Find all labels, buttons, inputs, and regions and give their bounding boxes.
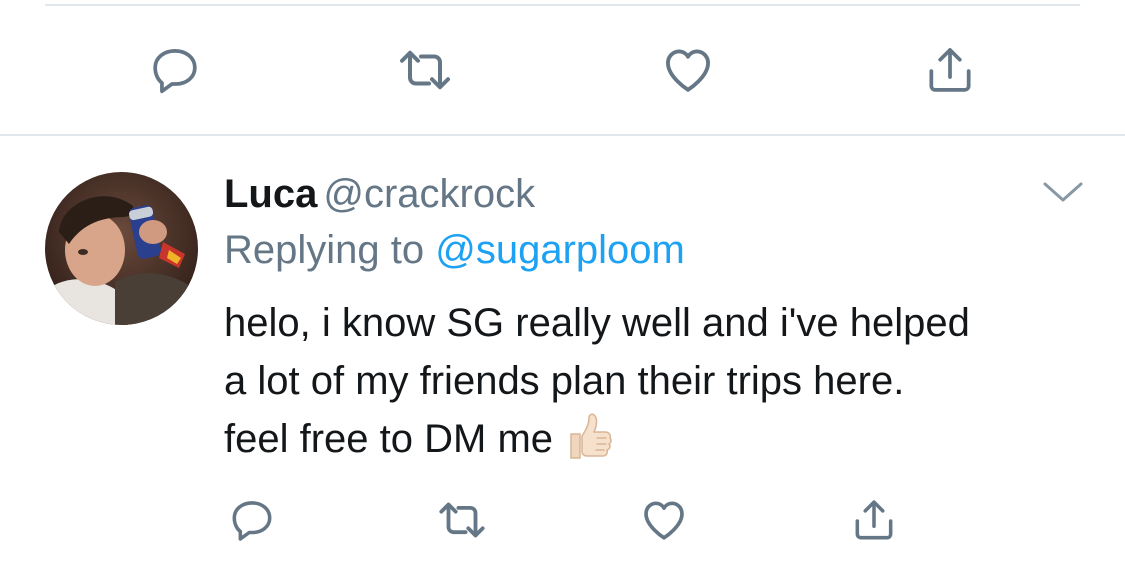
reply-icon	[232, 501, 272, 541]
share-icon	[929, 48, 971, 92]
heart-icon	[644, 501, 684, 540]
retweet-button[interactable]	[422, 480, 502, 560]
display-name[interactable]: Luca	[224, 172, 317, 216]
thumbs-up-icon	[570, 413, 612, 459]
replying-to-handle-link[interactable]: @sugarploom	[435, 228, 685, 272]
retweet-icon	[439, 502, 485, 538]
like-button[interactable]	[624, 480, 704, 560]
tweet-text-line: a lot of my friends plan their trips her…	[224, 359, 905, 403]
tweet-text-line: feel free to DM me	[224, 417, 554, 461]
tweet-action-bar	[0, 480, 1125, 560]
chevron-down-icon[interactable]	[1040, 172, 1086, 212]
tweet-text-line: helo, i know SG really well and i've hel…	[224, 301, 970, 345]
previous-share-button[interactable]	[910, 30, 990, 110]
tweet-header: Luca @crackrock	[224, 166, 535, 222]
previous-tweet-action-bar	[0, 30, 1125, 110]
previous-reply-button[interactable]	[135, 30, 215, 110]
replying-to: Replying to @sugarploom	[224, 222, 685, 278]
share-icon	[855, 500, 893, 540]
heart-icon	[666, 49, 710, 92]
replying-to-label: Replying to	[224, 228, 425, 272]
top-divider	[45, 4, 1080, 6]
reply-button[interactable]	[212, 480, 292, 560]
previous-retweet-button[interactable]	[385, 30, 465, 110]
tweet-divider	[0, 134, 1125, 136]
previous-like-button[interactable]	[648, 30, 728, 110]
tweet-text: helo, i know SG really well and i've hel…	[224, 294, 1104, 468]
tweet-text-line-last: feel free to DM me	[224, 410, 1104, 468]
user-handle[interactable]: @crackrock	[323, 172, 535, 216]
avatar-photo	[45, 172, 198, 325]
avatar[interactable]	[45, 172, 198, 325]
reply-icon	[153, 49, 197, 94]
share-button[interactable]	[834, 480, 914, 560]
retweet-icon	[400, 50, 450, 90]
